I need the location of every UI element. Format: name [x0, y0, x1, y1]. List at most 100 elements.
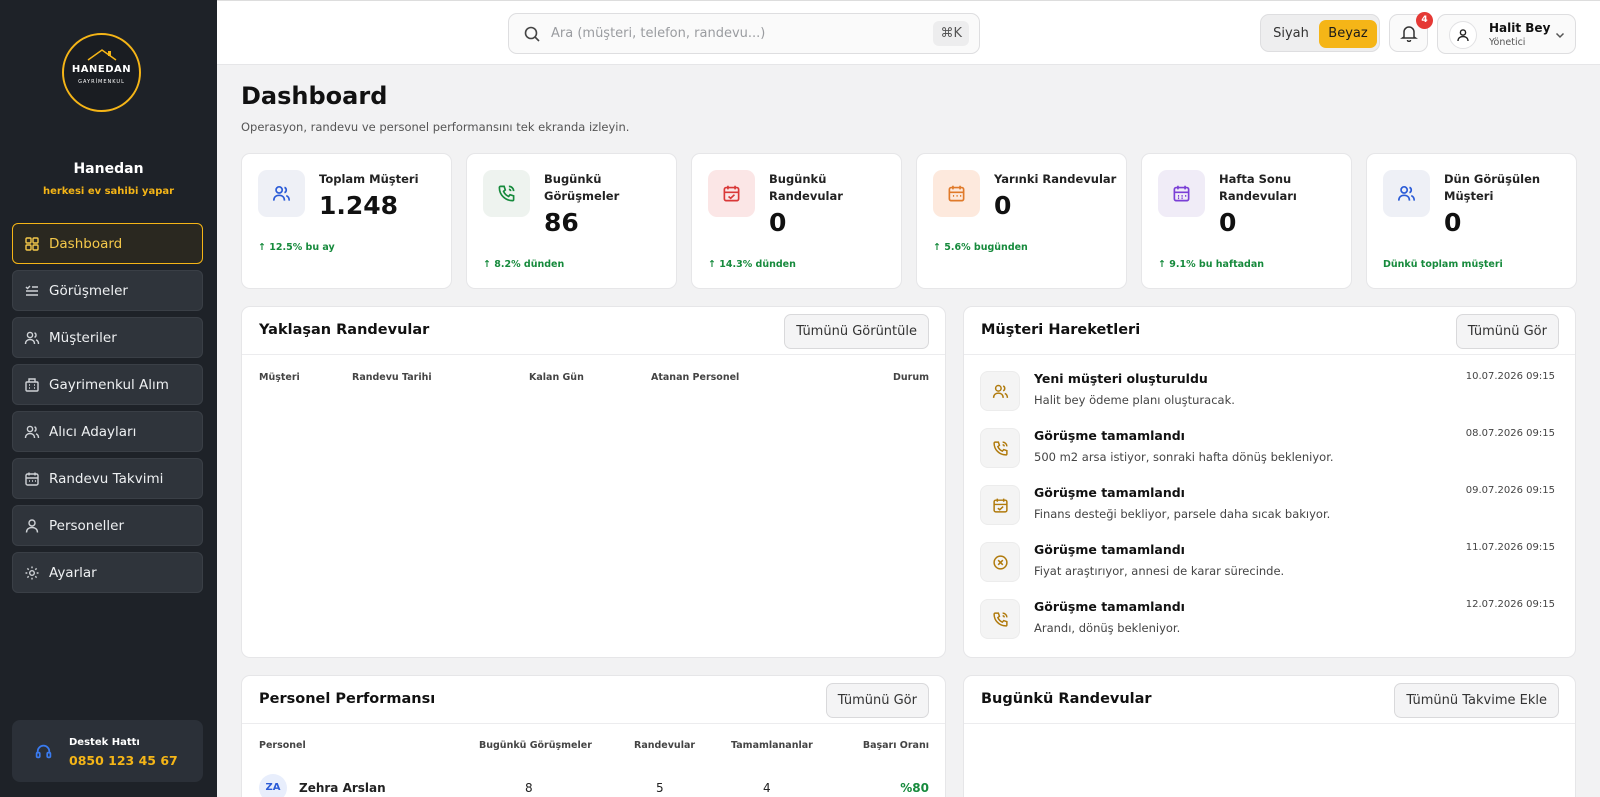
- stat-icon-box: [483, 170, 530, 217]
- column-header[interactable]: Bugünkü Görüşmeler: [479, 740, 592, 751]
- user-menu[interactable]: Halit Bey Yönetici: [1437, 14, 1576, 54]
- column-header[interactable]: Tamamlananlar: [731, 740, 813, 751]
- activity-icon-box: [980, 485, 1020, 525]
- sidebar-item-randevu-takvimi[interactable]: Randevu Takvimi: [12, 458, 203, 499]
- calendar-check-icon: [993, 498, 1008, 513]
- sidebar-item-gayrimenkul-alim[interactable]: Gayrimenkul Alım: [12, 364, 203, 405]
- sidebar-item-gorusmeler[interactable]: Görüşmeler: [12, 270, 203, 311]
- activity-date: 11.07.2026 09:15: [1465, 542, 1555, 553]
- activity-title: Görüşme tamamlandı: [1034, 428, 1185, 443]
- stat-card-todays-appointments[interactable]: Bugünkü Randevular 0 ↑ 14.3% dünden: [691, 153, 902, 289]
- todays-appointments-panel: Bugünkü Randevular Tümünü Takvime Ekle: [963, 675, 1576, 797]
- stat-value: 0: [994, 191, 1012, 220]
- notification-badge: 4: [1416, 12, 1433, 29]
- logo-subtext: GAYRİMENKUL: [78, 79, 125, 85]
- sidebar-item-musteriler[interactable]: Müşteriler: [12, 317, 203, 358]
- stat-card-tomorrows-appointments[interactable]: Yarınki Randevular 0 ↑ 5.6% bugünden: [916, 153, 1127, 289]
- column-header[interactable]: Personel: [259, 740, 306, 751]
- search-shortcut: ⌘K: [933, 21, 969, 46]
- personnel-performance-panel: Personel Performansı Tümünü Gör Personel…: [241, 675, 946, 797]
- sidebar-item-label: Randevu Takvimi: [49, 470, 164, 487]
- search-input[interactable]: Ara (müşteri, telefon, randevu...) ⌘K: [508, 13, 980, 54]
- activity-item[interactable]: Görüşme tamamlandı Fiyat araştırıyor, an…: [980, 542, 1555, 596]
- topbar: Ara (müşteri, telefon, randevu...) ⌘K Si…: [217, 0, 1600, 65]
- support-phone[interactable]: 0850 123 45 67: [69, 753, 178, 768]
- panel-header: Yaklaşan Randevular Tümünü Görüntüle: [242, 307, 945, 355]
- headset-icon: [35, 744, 52, 759]
- stat-trend: ↑ 12.5% bu ay: [258, 242, 335, 253]
- view-all-button[interactable]: Tümünü Gör: [1455, 314, 1559, 349]
- user-role: Yönetici: [1489, 37, 1526, 48]
- activity-title: Görüşme tamamlandı: [1034, 599, 1185, 614]
- activity-date: 12.07.2026 09:15: [1465, 599, 1555, 610]
- search-placeholder: Ara (müşteri, telefon, randevu...): [551, 26, 766, 41]
- customer-activity-panel: Müşteri Hareketleri Tümünü Gör Yeni müşt…: [963, 306, 1576, 658]
- stat-value: 0: [769, 208, 787, 237]
- sidebar-item-alici-adaylari[interactable]: Alıcı Adayları: [12, 411, 203, 452]
- sidebar-item-dashboard[interactable]: Dashboard: [12, 223, 203, 264]
- column-header[interactable]: Kalan Gün: [529, 372, 584, 383]
- sidebar-item-label: Alıcı Adayları: [49, 423, 137, 440]
- panel-title: Personel Performansı: [259, 691, 436, 707]
- stat-trend: ↑ 9.1% bu haftadan: [1158, 259, 1265, 270]
- gear-icon: [25, 566, 39, 579]
- list-check-icon: [25, 285, 38, 296]
- success-rate: %80: [900, 781, 929, 795]
- support-line[interactable]: Destek Hattı 0850 123 45 67: [12, 720, 203, 782]
- users-icon: [24, 425, 40, 438]
- sidebar-item-label: Ayarlar: [49, 564, 97, 581]
- brand-logo[interactable]: HANEDAN GAYRİMENKUL: [62, 33, 141, 112]
- calendar-check-icon: [723, 185, 740, 202]
- panel-title: Yaklaşan Randevular: [259, 322, 430, 338]
- avatar: ZA: [259, 774, 287, 797]
- column-header[interactable]: Başarı Oranı: [863, 740, 929, 751]
- activity-icon-box: [980, 428, 1020, 468]
- activity-description: Halit bey ödeme planı oluşturacak.: [1034, 393, 1235, 407]
- activity-item[interactable]: Görüşme tamamlandı Finans desteği bekliy…: [980, 485, 1555, 539]
- stat-value: 0: [1444, 208, 1462, 237]
- column-header[interactable]: Randevular: [634, 740, 695, 751]
- stat-card-weekend-appointments[interactable]: Hafta Sonu Randevuları 0 ↑ 9.1% bu hafta…: [1141, 153, 1352, 289]
- panel-title: Müşteri Hareketleri: [981, 322, 1141, 338]
- view-all-button[interactable]: Tümünü Gör: [825, 683, 929, 718]
- stat-card-yesterday-customers[interactable]: Dün Görüşülen Müşteri 0 Dünkü toplam müş…: [1366, 153, 1577, 289]
- activity-icon-box: [980, 371, 1020, 411]
- column-header[interactable]: Randevu Tarihi: [352, 372, 432, 383]
- add-to-calendar-button[interactable]: Tümünü Takvime Ekle: [1394, 683, 1559, 718]
- activity-icon-box: [980, 542, 1020, 582]
- dashboard-icon: [25, 236, 39, 251]
- sidebar-item-personeller[interactable]: Personeller: [12, 505, 203, 546]
- avatar: [1449, 21, 1477, 49]
- column-header[interactable]: Durum: [893, 372, 929, 383]
- stat-icon-box: [933, 170, 980, 217]
- user-icon: [25, 518, 39, 533]
- activity-date: 08.07.2026 09:15: [1465, 428, 1555, 439]
- sidebar-nav: Dashboard Görüşmeler Müşteriler Gayrimen…: [12, 223, 203, 599]
- column-header[interactable]: Atanan Personel: [651, 372, 739, 383]
- page-subtitle: Operasyon, randevu ve personel performan…: [241, 120, 630, 134]
- activity-description: Finans desteği bekliyor, parsele daha sı…: [1034, 507, 1331, 521]
- theme-dark-option[interactable]: Siyah: [1270, 22, 1312, 46]
- notifications-button[interactable]: 4: [1389, 12, 1433, 52]
- x-circle-icon: [993, 555, 1008, 570]
- theme-light-option[interactable]: Beyaz: [1319, 20, 1377, 48]
- calls-count: 8: [525, 781, 533, 795]
- column-header[interactable]: Müşteri: [259, 372, 300, 383]
- activity-item[interactable]: Görüşme tamamlandı Arandı, dönüş bekleni…: [980, 599, 1555, 653]
- stat-trend: ↑ 5.6% bugünden: [933, 242, 1028, 253]
- search-icon: [524, 26, 540, 42]
- appointments-count: 5: [656, 781, 664, 795]
- panel-title: Bugünkü Randevular: [981, 691, 1152, 707]
- activity-description: 500 m2 arsa istiyor, sonraki hafta dönüş…: [1034, 450, 1334, 464]
- activity-item[interactable]: Yeni müşteri oluşturuldu Halit bey ödeme…: [980, 371, 1555, 425]
- stat-card-total-customers[interactable]: Toplam Müşteri 1.248 ↑ 12.5% bu ay: [241, 153, 452, 289]
- theme-toggle[interactable]: Siyah Beyaz: [1260, 14, 1380, 52]
- sidebar-item-ayarlar[interactable]: Ayarlar: [12, 552, 203, 593]
- activity-item[interactable]: Görüşme tamamlandı 500 m2 arsa istiyor, …: [980, 428, 1555, 482]
- stat-card-todays-calls[interactable]: Bugünkü Görüşmeler 86 ↑ 8.2% dünden: [466, 153, 677, 289]
- stat-trend: ↑ 8.2% dünden: [483, 259, 565, 270]
- view-all-button[interactable]: Tümünü Görüntüle: [784, 314, 929, 349]
- stat-label: Bugünkü Randevular: [769, 172, 843, 203]
- completed-count: 4: [763, 781, 771, 795]
- calendar-icon: [1173, 185, 1190, 202]
